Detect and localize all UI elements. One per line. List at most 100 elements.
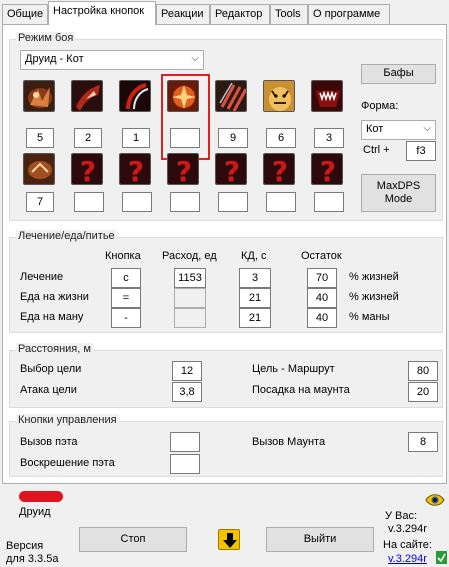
heal-button-field[interactable]: c [111,268,141,288]
arrow-down-icon [223,533,237,548]
skill-icon-shred[interactable] [215,80,247,112]
key-field-13[interactable] [266,192,296,212]
ctrl-label: Ctrl + [363,144,390,156]
food-mana-remain-field[interactable]: 40 [307,308,337,328]
question-mark-icon-4[interactable]: ? [167,153,199,185]
key-field-12[interactable] [218,192,248,212]
food-hp-remain-field[interactable]: 40 [307,288,337,308]
skill-icon-maul[interactable] [71,80,103,112]
food-hp-button-field[interactable]: = [111,288,141,308]
tab-reactions[interactable]: Реакции [156,4,210,24]
site-label: На сайте: [383,539,432,551]
question-mark-icon-3[interactable]: ? [119,153,151,185]
skill-icon-pounce[interactable] [23,153,55,185]
food-hp-cd-field[interactable]: 21 [239,288,271,308]
class-label: Друид [19,506,51,518]
tab-about-label: О программе [313,8,381,20]
form-value: Кот [366,123,384,135]
key-field-7[interactable]: 3 [314,128,344,148]
food-hp-label: Еда на жизни [20,291,89,303]
form-select[interactable]: Кот ⌵ [361,120,436,140]
question-glyph: ? [128,155,144,185]
skill-icon-tiger-fury[interactable] [263,80,295,112]
buffs-button-label: Бафы [383,67,414,80]
buffs-button[interactable]: Бафы [361,64,436,84]
tab-editor-label: Редактор [215,8,263,20]
pet-revive-label: Воскрешение пэта [20,457,115,469]
heal-food-group: Лечение/еда/питье Кнопка Расход, ед КД, … [9,230,443,333]
pet-revive-field[interactable] [170,454,200,474]
maxdps-mode-button[interactable]: MaxDPS Mode [361,174,436,212]
question-glyph: ? [272,155,288,185]
question-mark-icon-5[interactable]: ? [215,153,247,185]
key-field-4[interactable] [170,128,200,148]
combat-mode-select[interactable]: Друид - Кот ⌵ [20,50,204,70]
key-field-6[interactable]: 6 [266,128,296,148]
question-mark-icon-2[interactable]: ? [71,153,103,185]
download-arrow-button[interactable] [218,529,240,550]
pet-call-label: Вызов пэта [20,436,78,448]
food-mana-cost-field [174,308,206,328]
target-select-field[interactable]: 12 [172,361,202,381]
tab-editor[interactable]: Редактор [210,4,270,24]
character-name-redacted [19,491,63,502]
attack-target-label: Атака цели [20,384,77,396]
eye-icon[interactable] [425,493,445,507]
heal-remain-field[interactable]: 70 [307,268,337,288]
food-mana-label: Еда на ману [20,311,84,323]
stop-button-label: Стоп [120,532,146,545]
question-glyph: ? [176,155,192,185]
site-version-link[interactable]: v.3.294r [388,553,427,565]
heal-cd-field[interactable]: 3 [239,268,271,288]
tab-button-settings[interactable]: Настройка кнопок [48,1,156,25]
food-mana-unit-label: % маны [349,311,390,323]
chevron-down-icon: ⌵ [423,123,431,134]
heal-row-label: Лечение [20,271,64,283]
col-header-cost: Расход, ед [162,250,217,262]
tab-tools[interactable]: Tools [270,4,308,24]
ctrl-hotkey-field[interactable]: f3 [406,141,436,161]
heal-cost-field[interactable]: 1153 [174,268,206,288]
key-field-14[interactable] [314,192,344,212]
route-field[interactable]: 80 [408,361,438,381]
question-glyph: ? [320,155,336,185]
stop-button[interactable]: Стоп [79,527,187,552]
version-label: Версия [6,540,44,552]
distance-title: Расстояния, м [16,343,93,355]
combat-mode-group: Режим боя Друид - Кот ⌵ 5 2 1 9 6 3 ? ? … [9,32,443,221]
tab-general[interactable]: Общие [2,4,48,24]
food-mana-cd-field[interactable]: 21 [239,308,271,328]
key-field-10[interactable] [122,192,152,212]
question-mark-icon-6[interactable]: ? [263,153,295,185]
key-field-1[interactable]: 5 [26,128,54,148]
maxdps-mode-label: MaxDPS Mode [376,179,421,205]
col-header-button: Кнопка [105,250,141,262]
combat-mode-value: Друид - Кот [25,53,84,65]
skill-icon-roar[interactable] [311,80,343,112]
heal-unit-label: % жизней [349,271,399,283]
question-glyph: ? [224,155,240,185]
mount-call-label: Вызов Маунта [252,436,326,448]
mount-land-field[interactable]: 20 [408,382,438,402]
key-field-3[interactable]: 1 [122,128,150,148]
food-hp-cost-field [174,288,206,308]
skill-icon-rake[interactable] [119,80,151,112]
key-field-8[interactable]: 7 [26,192,54,212]
food-mana-button-field[interactable]: - [111,308,141,328]
exit-button[interactable]: Выйти [266,527,374,552]
question-glyph: ? [80,155,96,185]
skill-icon-bear-claw[interactable] [23,80,55,112]
key-field-2[interactable]: 2 [74,128,102,148]
key-field-9[interactable] [74,192,104,212]
key-field-11[interactable] [170,192,200,212]
tab-panel: Режим боя Друид - Кот ⌵ 5 2 1 9 6 3 ? ? … [2,24,447,484]
attack-target-field[interactable]: 3,8 [172,382,202,402]
key-field-5[interactable]: 9 [218,128,248,148]
pet-call-field[interactable] [170,432,200,452]
chevron-down-icon: ⌵ [191,53,199,64]
tab-general-label: Общие [7,8,44,20]
question-mark-icon-7[interactable]: ? [311,153,343,185]
tab-tools-label: Tools [275,8,301,20]
mount-call-field[interactable]: 8 [408,432,438,452]
tab-about[interactable]: О программе [308,4,390,24]
